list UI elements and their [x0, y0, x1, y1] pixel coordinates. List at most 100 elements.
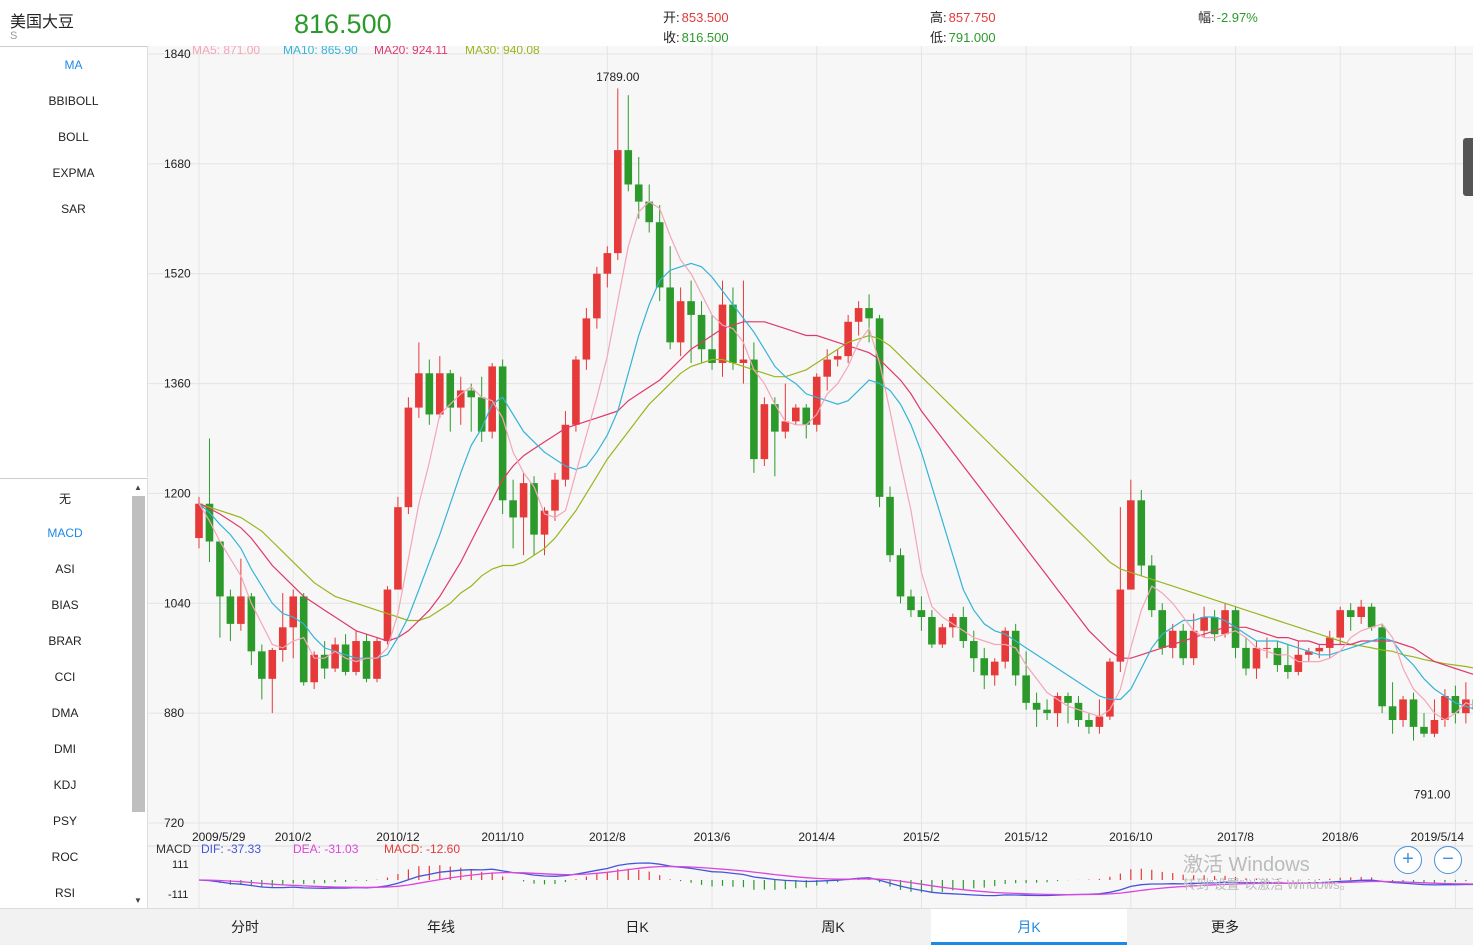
candle-body	[551, 480, 559, 511]
tab-4[interactable]: 月K	[931, 909, 1127, 945]
period-tabs: 分时年线日K周K月K更多	[0, 908, 1473, 945]
legend-ma5: MA5: 871.00	[192, 46, 260, 57]
y-tick-label: 1360	[164, 377, 191, 391]
tab-3[interactable]: 周K	[735, 909, 931, 945]
open-stat: 开:853.500	[663, 7, 729, 26]
candle-body	[1200, 617, 1208, 631]
candle-body	[583, 318, 591, 359]
candle-body	[928, 617, 936, 644]
candle-body	[426, 373, 434, 414]
candle-body	[1410, 699, 1418, 726]
sub_indicators-item[interactable]: ROC	[0, 850, 130, 864]
main_indicators-item[interactable]: BBIBOLL	[0, 94, 147, 108]
candle-body	[593, 274, 601, 319]
min-price-label: 791.00	[1414, 787, 1451, 801]
candle-body	[1158, 610, 1166, 648]
sub_indicators-item[interactable]: BRAR	[0, 634, 130, 648]
main-indicator-menu: MA BBIBOLL BOLL EXPMA SAR	[0, 46, 148, 477]
sub_indicators-item[interactable]: MACD	[0, 526, 130, 540]
y-tick-label: 1840	[164, 47, 191, 61]
legend-ma10: MA10: 865.90	[283, 46, 358, 57]
zoom-in-icon[interactable]: +	[1394, 846, 1422, 874]
candle-body	[970, 641, 978, 658]
sub_indicators-item[interactable]: DMI	[0, 742, 130, 756]
candle-body	[1431, 720, 1439, 734]
main_indicators-item[interactable]: SAR	[0, 202, 147, 216]
side-panel-handle[interactable]	[1463, 138, 1473, 196]
candle-body	[1127, 500, 1135, 589]
candle-body	[436, 373, 444, 414]
candle-body	[855, 308, 863, 322]
sub_indicators-item[interactable]: BIAS	[0, 598, 130, 612]
candle-body	[415, 373, 423, 407]
sub_indicators-item[interactable]: CCI	[0, 670, 130, 684]
candle-body	[562, 425, 570, 480]
candle-body	[1357, 607, 1365, 617]
candle-body	[980, 658, 988, 675]
candle-body	[750, 360, 758, 460]
sub_indicators-item[interactable]: KDJ	[0, 778, 130, 792]
candle-body	[740, 360, 748, 363]
sub_indicators-item[interactable]: RSI	[0, 886, 130, 900]
candle-body	[1117, 590, 1125, 662]
candle-body	[918, 610, 926, 617]
high-stat: 高:857.750	[930, 7, 996, 26]
scroll-up-icon[interactable]: ▲	[134, 483, 142, 492]
candle-body	[457, 390, 465, 407]
sub_indicators-item[interactable]: 无	[0, 490, 130, 507]
macd-y-tick: 111	[172, 859, 189, 871]
x-tick-label: 2011/10	[481, 830, 524, 844]
candle-body	[677, 301, 685, 342]
candle-body	[1420, 727, 1428, 734]
candle-body	[1378, 627, 1386, 706]
zoom-out-icon[interactable]: −	[1434, 846, 1462, 874]
candle-body	[216, 541, 224, 596]
candle-body	[939, 627, 947, 644]
sub_indicators-item[interactable]: ASI	[0, 562, 130, 576]
main_indicators-item[interactable]: EXPMA	[0, 166, 147, 180]
main_indicators-item[interactable]: MA	[0, 58, 147, 72]
candle-body	[394, 507, 402, 589]
tab-1[interactable]: 年线	[343, 909, 539, 945]
candle-body	[687, 301, 695, 315]
sub_indicators-item[interactable]: PSY	[0, 814, 130, 828]
legend-ma20: MA20: 924.11	[374, 46, 448, 57]
tab-2[interactable]: 日K	[539, 909, 735, 945]
sub-indicator-scrollbar[interactable]	[132, 496, 145, 812]
kline-chart[interactable]: 7208801040120013601520168018402009/5/292…	[148, 46, 1473, 908]
y-tick-label: 1200	[164, 486, 191, 500]
candle-body	[237, 596, 245, 623]
candle-body	[405, 408, 413, 508]
instrument-code: S	[10, 30, 17, 42]
candle-body	[729, 305, 737, 363]
candle-body	[384, 590, 392, 641]
candle-body	[1284, 665, 1292, 672]
max-price-label: 1789.00	[596, 70, 640, 84]
legend-ma30: MA30: 940.08	[465, 46, 540, 57]
candle-body	[792, 408, 800, 422]
candle-body	[509, 500, 517, 517]
candle-body	[268, 650, 276, 679]
candle-body	[1190, 631, 1198, 658]
activation-watermark-hint: 转到"设置"以激活 Windows。	[1183, 874, 1353, 893]
x-tick-label: 2014/4	[798, 830, 835, 844]
candle-body	[1274, 648, 1282, 665]
candle-body	[1179, 631, 1187, 658]
sub-indicator-menu: 无 MACD ASI BIAS BRAR CCI DMA DMI KDJ PSY ROC RSI	[0, 478, 148, 908]
chart-background	[148, 46, 1473, 908]
scroll-down-icon[interactable]: ▼	[134, 896, 142, 905]
tab-0[interactable]: 分时	[147, 909, 343, 945]
candle-body	[1096, 717, 1104, 727]
activation-watermark: 激活 Windows	[1183, 848, 1310, 877]
tab-5[interactable]: 更多	[1127, 909, 1323, 945]
candle-body	[1075, 703, 1083, 720]
macd-dea: DEA: -31.03	[293, 842, 359, 856]
main_indicators-item[interactable]: BOLL	[0, 130, 147, 144]
sub_indicators-item[interactable]: DMA	[0, 706, 130, 720]
candle-body	[1368, 607, 1376, 628]
candle-body	[488, 366, 496, 431]
candle-body	[1033, 703, 1041, 710]
candle-body	[530, 483, 538, 534]
y-tick-label: 720	[164, 816, 184, 830]
candle-body	[467, 390, 475, 397]
